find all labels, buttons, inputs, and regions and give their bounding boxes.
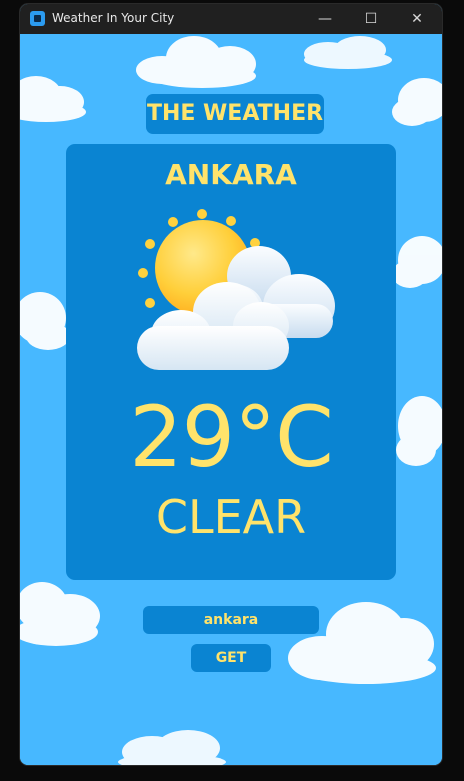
weather-condition: CLEAR bbox=[155, 490, 307, 544]
app-heading: THE WEATHER bbox=[146, 94, 324, 134]
background-cloud bbox=[392, 78, 442, 126]
window-title: Weather In Your City bbox=[52, 11, 175, 25]
get-weather-button[interactable]: GET bbox=[191, 644, 271, 672]
city-search-input[interactable] bbox=[143, 606, 319, 634]
maximize-button[interactable]: ☐ bbox=[348, 4, 394, 34]
background-cloud bbox=[304, 36, 392, 69]
background-cloud bbox=[396, 396, 442, 466]
close-button[interactable]: ✕ bbox=[394, 4, 440, 34]
temperature-value: 29°C bbox=[129, 388, 334, 486]
minimize-button[interactable]: — bbox=[302, 4, 348, 34]
weather-view: THE WEATHER ANKARA 29°C CLEAR ankara GET bbox=[20, 34, 442, 765]
app-logo-icon bbox=[30, 11, 45, 26]
weather-card: ANKARA 29°C CLEAR bbox=[66, 144, 396, 580]
background-cloud bbox=[136, 36, 256, 88]
background-cloud bbox=[118, 730, 226, 765]
city-name: ANKARA bbox=[165, 158, 297, 191]
background-cloud bbox=[20, 582, 100, 646]
background-cloud bbox=[288, 602, 436, 684]
title-bar[interactable]: Weather In Your City — ☐ ✕ bbox=[20, 4, 442, 34]
sun-behind-clouds-icon bbox=[137, 209, 335, 370]
background-cloud bbox=[20, 76, 86, 122]
background-cloud bbox=[392, 236, 442, 288]
app-window: Weather In Your City — ☐ ✕ THE WEATHER A… bbox=[20, 4, 442, 765]
